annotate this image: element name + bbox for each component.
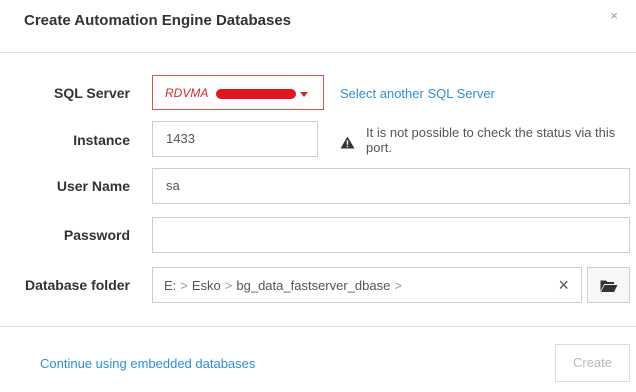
breadcrumb-item: E:	[164, 278, 177, 293]
create-databases-dialog: Create Automation Engine Databases × SQL…	[0, 0, 636, 392]
password-label: Password	[63, 227, 130, 243]
breadcrumb-separator: >	[394, 278, 402, 293]
password-input[interactable]	[152, 217, 630, 253]
clear-icon[interactable]: ×	[558, 275, 569, 295]
dialog-title: Create Automation Engine Databases	[24, 12, 292, 29]
folder-open-icon	[600, 280, 618, 292]
create-button[interactable]: Create	[555, 344, 630, 382]
folder-breadcrumb: E: > Esko > bg_data_fastserver_dbase >	[164, 278, 406, 293]
breadcrumb-separator: >	[224, 278, 233, 293]
close-icon[interactable]: ×	[610, 8, 618, 23]
instance-label: Instance	[73, 132, 130, 148]
sql-server-value: RDVMA	[165, 86, 209, 100]
warning-triangle-icon	[340, 136, 355, 149]
browse-folder-button[interactable]	[587, 267, 630, 303]
footer-divider	[0, 326, 636, 327]
chevron-down-icon	[300, 92, 308, 97]
breadcrumb-item: bg_data_fastserver_dbase	[236, 278, 391, 293]
database-folder-label: Database folder	[24, 277, 130, 293]
sql-server-select[interactable]: RDVMA	[152, 75, 324, 110]
select-another-sql-server-link[interactable]: Select another SQL Server	[340, 86, 495, 101]
header-divider	[0, 52, 636, 53]
breadcrumb-separator: >	[180, 278, 188, 293]
continue-embedded-databases-link[interactable]: Continue using embedded databases	[40, 356, 255, 371]
breadcrumb-item: Esko	[191, 278, 221, 293]
redaction-mark	[216, 89, 296, 99]
user-name-label: User Name	[56, 178, 130, 194]
sql-server-label: SQL Server	[53, 85, 130, 101]
database-folder-field[interactable]: E: > Esko > bg_data_fastserver_dbase > ×	[152, 267, 582, 303]
instance-input[interactable]: 1433	[152, 121, 318, 157]
warning-message: It is not possible to check the status v…	[366, 125, 616, 155]
user-name-input[interactable]: sa	[152, 168, 630, 204]
